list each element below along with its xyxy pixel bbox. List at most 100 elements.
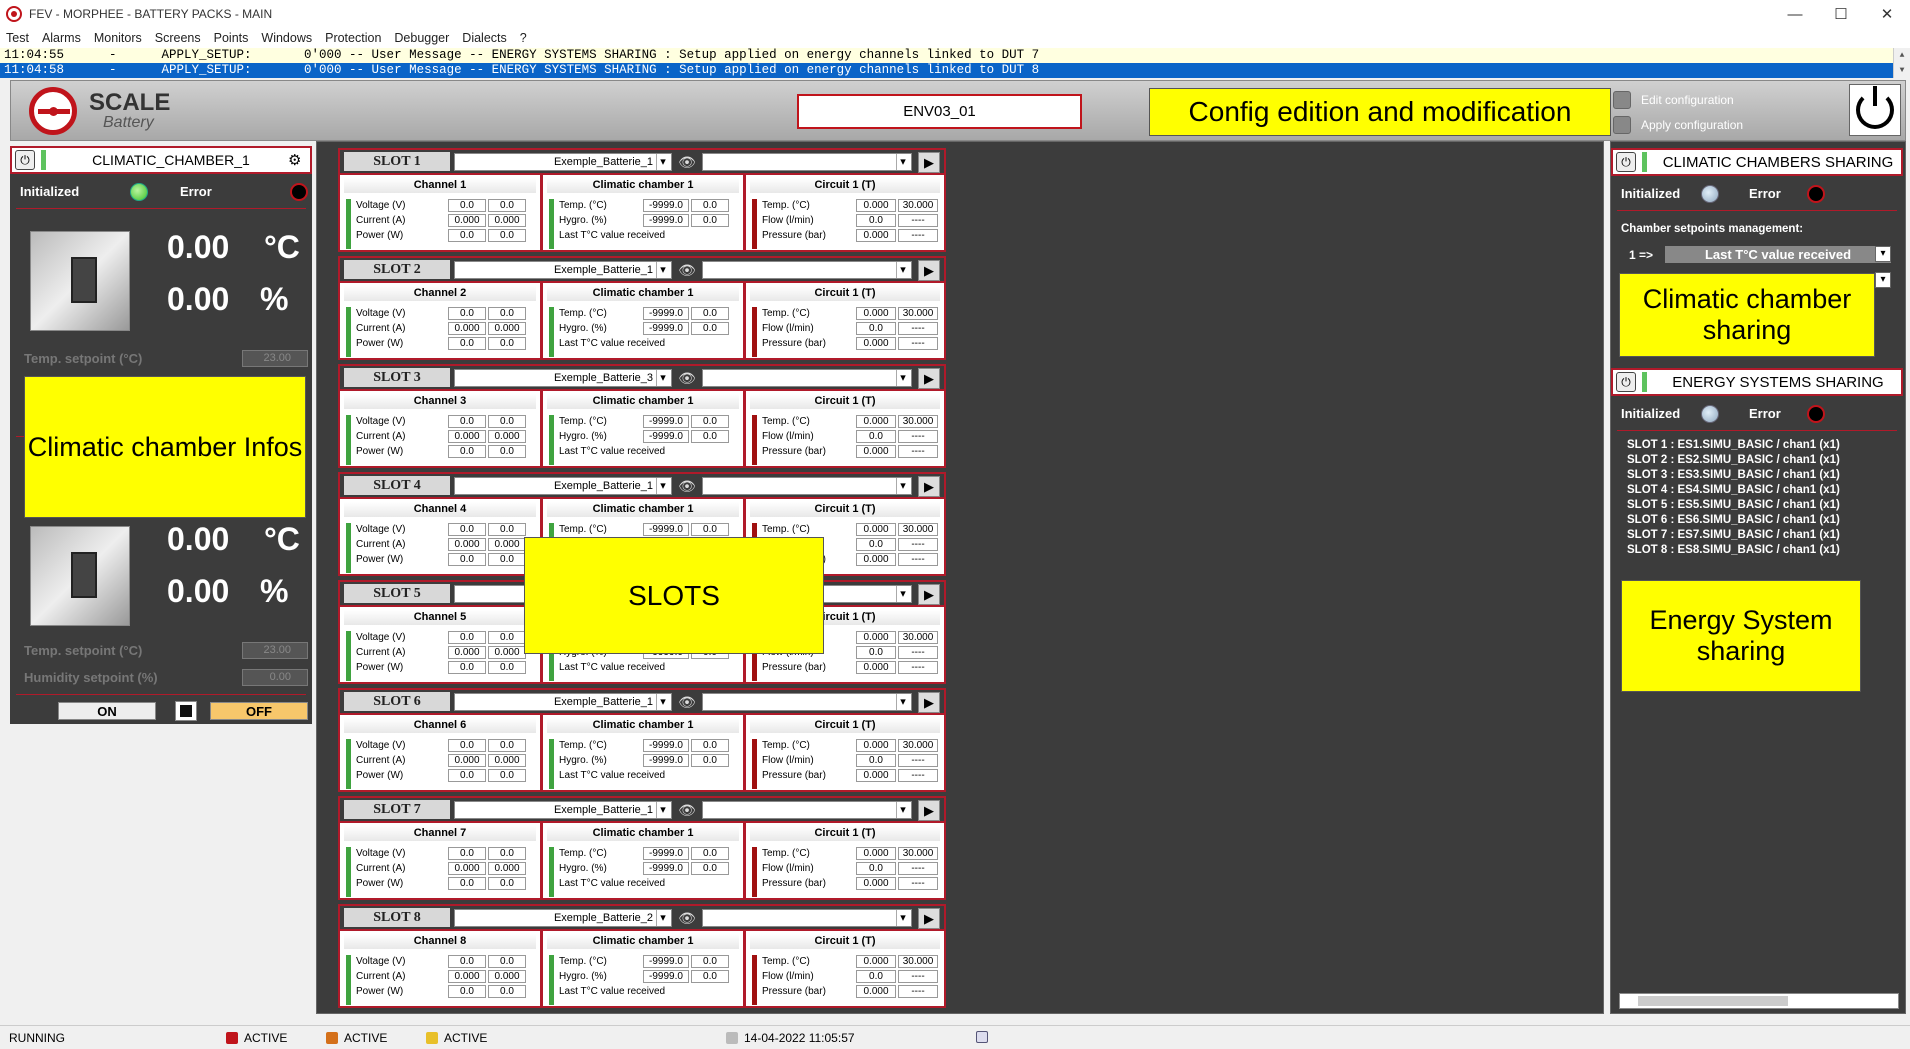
scrollbar-thumb[interactable] (1638, 996, 1788, 1006)
eye-icon[interactable]: 👁 (676, 154, 698, 170)
eye-icon[interactable]: 👁 (676, 370, 698, 386)
energy-channel-box: ⚡ Channel 7 Voltage (V)0.00.0Current (A)… (338, 821, 542, 900)
eye-icon[interactable]: 👁 (676, 478, 698, 494)
menu-debugger[interactable]: Debugger (394, 31, 449, 45)
eye-icon[interactable]: 👁 (676, 262, 698, 278)
steering-wheel-logo-icon (29, 87, 77, 135)
initialized-label: Initialized (1621, 186, 1681, 201)
pressure-value: 0.000 (856, 661, 896, 674)
eye-icon[interactable]: 👁 (676, 694, 698, 710)
temp-setpoint-input[interactable]: 23.00 (242, 350, 308, 367)
last-t-label: Last T°C value received (559, 446, 666, 457)
channel-title: Channel 7 (344, 826, 536, 841)
notes-icon[interactable] (976, 1031, 994, 1043)
play-button[interactable]: ▶ (918, 800, 940, 821)
maximize-button[interactable]: ☐ (1818, 0, 1864, 28)
chevron-down-icon[interactable]: ▾ (1875, 272, 1891, 288)
current-setpoint: 0.000 (488, 322, 526, 335)
setpoint-select[interactable]: Last T°C value received (1665, 246, 1891, 263)
on-button[interactable]: ON (58, 702, 156, 720)
circuit-title: Circuit 1 (T) (750, 826, 940, 841)
menu-monitors[interactable]: Monitors (94, 31, 142, 45)
menu-alarms[interactable]: Alarms (42, 31, 81, 45)
power-setpoint: 0.0 (488, 985, 526, 998)
current-value: 0.000 (448, 862, 486, 875)
es-item: SLOT 8 : ES8.SIMU_BASIC / chan1 (x1) (1627, 544, 1840, 556)
play-button[interactable]: ▶ (918, 368, 940, 389)
temp-setpoint-input-2[interactable]: 23.00 (242, 642, 308, 659)
stop-button[interactable] (175, 701, 197, 721)
level-bar (752, 199, 757, 249)
eye-icon[interactable]: 👁 (676, 802, 698, 818)
voltage-value: 0.0 (448, 955, 486, 968)
battery-select[interactable]: Exemple_Batterie_2 (454, 909, 672, 927)
menu-windows[interactable]: Windows (261, 31, 312, 45)
error-label: Error (180, 184, 212, 199)
play-button[interactable]: ▶ (918, 908, 940, 929)
climatic-chamber-image (30, 231, 130, 331)
menu-protection[interactable]: Protection (325, 31, 381, 45)
energy-channel-box: ⚡ Channel 5 Voltage (V)0.00.0Current (A)… (338, 605, 542, 684)
off-button[interactable]: OFF (210, 702, 308, 720)
climatic-box: ❄ Climatic chamber 1 Temp. (°C) -9999.0 … (541, 281, 745, 360)
battery-select[interactable]: Exemple_Batterie_1 (454, 153, 672, 171)
channel-title: Channel 1 (344, 178, 536, 193)
flow-label: Flow (l/min) (762, 755, 814, 766)
menu-help[interactable]: ? (520, 31, 527, 45)
chamber-power-icon[interactable]: ⏻ (15, 150, 35, 170)
eye-icon[interactable]: 👁 (676, 910, 698, 926)
profile-select[interactable] (702, 909, 912, 927)
play-button[interactable]: ▶ (918, 584, 940, 605)
menu-screens[interactable]: Screens (155, 31, 201, 45)
gear-icon[interactable]: ⚙ (288, 151, 310, 169)
close-button[interactable]: ✕ (1864, 0, 1910, 28)
energy-sharing-power-icon[interactable]: ⏻ (1616, 372, 1636, 392)
play-button[interactable]: ▶ (918, 152, 940, 173)
circuit-temp-setpoint: 30.000 (898, 631, 938, 644)
es-item: SLOT 7 : ES7.SIMU_BASIC / chan1 (x1) (1627, 529, 1840, 541)
circuit-temp-setpoint: 30.000 (898, 739, 938, 752)
climatic-sharing-power-icon[interactable]: ⏻ (1616, 152, 1636, 172)
profile-select[interactable] (702, 153, 912, 171)
profile-select[interactable] (702, 261, 912, 279)
play-button[interactable]: ▶ (918, 260, 940, 281)
pressure-value: 0.000 (856, 877, 896, 890)
log-line[interactable]: 11:04:55 - APPLY_SETUP: 0'000 -- User Me… (0, 48, 1910, 63)
current-setpoint: 0.000 (488, 646, 526, 659)
edit-configuration-button[interactable]: Edit configuration (1613, 91, 1734, 109)
error-led (1807, 185, 1825, 203)
env-name-field[interactable]: ENV03_01 (797, 94, 1082, 129)
apply-configuration-button[interactable]: Apply configuration (1613, 116, 1743, 134)
message-log[interactable]: 11:04:55 - APPLY_SETUP: 0'000 -- User Me… (0, 48, 1910, 78)
battery-select[interactable]: Exemple_Batterie_1 (454, 801, 672, 819)
minimize-button[interactable]: — (1772, 0, 1818, 28)
power-button[interactable] (1849, 84, 1901, 136)
climatic-chamber-panel: ⏻ CLIMATIC_CHAMBER_1 ⚙ Initialized Error… (10, 146, 312, 724)
play-button[interactable]: ▶ (918, 692, 940, 713)
log-line-selected[interactable]: 11:04:58 - APPLY_SETUP: 0'000 -- User Me… (0, 63, 1910, 78)
pressure-setpoint: ---- (898, 769, 938, 782)
setpoint-index: 1 => (1629, 248, 1654, 262)
chevron-down-icon[interactable]: ▾ (1875, 246, 1891, 262)
app-logo-icon (6, 6, 22, 22)
humidity-setpoint-input[interactable]: 0.00 (242, 669, 308, 686)
power-value: 0.0 (448, 661, 486, 674)
menu-points[interactable]: Points (214, 31, 249, 45)
profile-select[interactable] (702, 369, 912, 387)
menu-test[interactable]: Test (6, 31, 29, 45)
voltage-setpoint: 0.0 (488, 307, 526, 320)
play-button[interactable]: ▶ (918, 476, 940, 497)
battery-select[interactable]: Exemple_Batterie_1 (454, 693, 672, 711)
battery-select[interactable]: Exemple_Batterie_1 (454, 261, 672, 279)
flow-value: 0.0 (856, 862, 896, 875)
horizontal-scrollbar[interactable] (1619, 993, 1899, 1009)
menu-dialects[interactable]: Dialects (462, 31, 506, 45)
active-label: ACTIVE (444, 1031, 488, 1045)
profile-select[interactable] (702, 693, 912, 711)
profile-select[interactable] (702, 477, 912, 495)
log-scrollbar[interactable]: ▲ ▼ (1893, 48, 1910, 78)
profile-select[interactable] (702, 801, 912, 819)
circuit-temp-value: 0.000 (856, 415, 896, 428)
battery-select[interactable]: Exemple_Batterie_1 (454, 477, 672, 495)
battery-select[interactable]: Exemple_Batterie_3 (454, 369, 672, 387)
